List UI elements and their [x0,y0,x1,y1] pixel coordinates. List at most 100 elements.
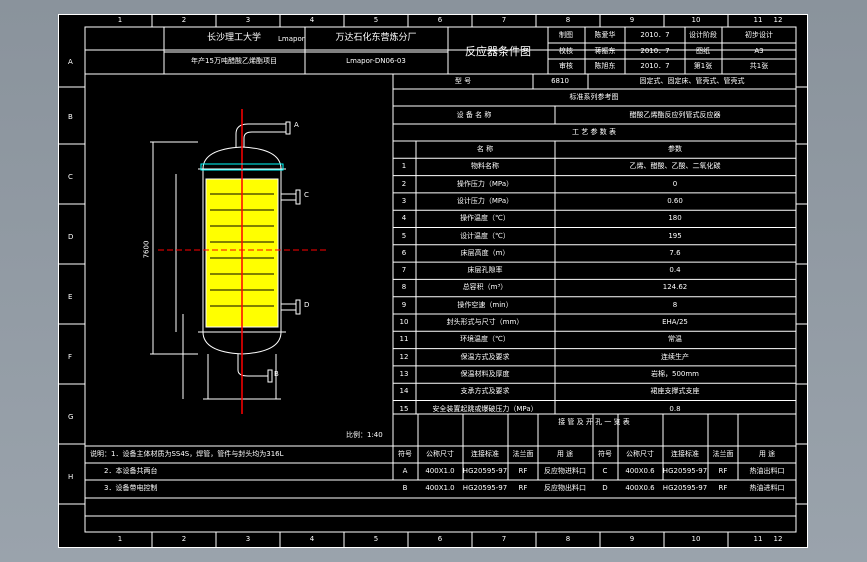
param-no: 13 [399,369,409,378]
param-no: 3 [401,196,407,205]
nozzle-col-header: 法兰面 [512,450,534,458]
nozzle-c [281,193,296,201]
nozzle-col-header: 连接标准 [471,450,499,458]
border-row-left: B [68,113,73,121]
param-no: 8 [401,283,407,292]
param-row-lines [393,157,796,401]
param-no: 12 [399,352,409,361]
border-col-top: 11 [753,16,763,24]
param-name: 保温方式及要求 [460,352,510,361]
param-value: 124.62 [662,283,688,292]
nozzle-label-c: C [304,191,309,199]
param-value: 0.60 [667,196,683,205]
equip-value: 醋酸乙烯酯反应列管式反应器 [629,111,721,119]
border-col-top: 1 [117,16,123,24]
nozzle-label-a: A [294,121,299,129]
nozzle-cell: HG20595-97 [462,467,508,475]
scale-label: 比例：1:40 [346,431,383,439]
param-no: 14 [399,387,409,396]
nozzle-cell: RF [518,484,528,492]
param-name: 设计温度（℃） [460,231,510,240]
border-col-top: 8 [565,16,571,24]
role-0: 制图 [559,31,573,39]
spec-table-lines [392,74,796,414]
nozzle-col-header: 法兰面 [712,450,734,458]
name-0: 陈爱华 [594,31,616,39]
param-no: 5 [401,231,407,240]
drawing-number: Lmapor-DN06-03 [346,57,406,65]
border-col-top: 12 [773,16,783,24]
border-row-left: G [68,413,74,421]
nozzle-label-b: B [274,370,279,378]
param-name: 操作空速（min） [457,300,513,309]
nozzle-cell: RF [518,467,528,475]
border-col-top: 5 [373,16,379,24]
param-name: 封头形式与尺寸（mm） [446,318,524,326]
param-name: 设计压力（MPa） [456,196,514,205]
border-col-top: 10 [691,16,701,24]
nozzle-cell: 热油进料口 [749,484,785,492]
border-col-bottom: 6 [437,535,443,543]
drawing-title: 反应器条件图 [465,45,531,58]
param-name: 环境温度（℃） [460,335,510,344]
param-name: 支承方式及要求 [460,387,510,396]
std-header: 标准系列参考图 [569,93,619,101]
border-row-left: E [68,293,73,301]
label-2: 第1张 [693,62,713,70]
nozzle-d [281,303,296,311]
param-no: 11 [399,335,409,344]
nozzle-col-header: 公称尺寸 [426,450,454,458]
param-value: 常温 [668,335,682,344]
nozzle-cell: C [602,467,608,475]
border-row-left: H [68,473,74,481]
border-col-bottom: 9 [629,535,635,543]
nozzle-col-header: 用 途 [556,450,574,458]
label-0: 设计阶段 [689,31,717,39]
reactor-vessel [150,109,328,414]
factory-name: 万达石化东营炼分厂 [335,33,417,43]
border-row-left: C [68,173,73,181]
border-col-bottom: 8 [565,535,571,543]
param-name: 保温材料及厚度 [460,369,510,378]
nozzle-col-header: 符号 [598,450,612,458]
nozzle-col-header: 用 途 [758,450,776,458]
border-col-top: 4 [309,16,315,24]
nozzle-cell: HG20595-97 [662,484,708,492]
border-col-bottom: 1 [117,535,123,543]
border-row-left: D [68,233,74,241]
model-value: 6810 [551,77,569,85]
border-col-top: 9 [629,16,635,24]
param-no: 4 [401,214,407,223]
nozzle-cell: 反应物进料口 [544,467,586,475]
param-name: 操作温度（℃） [460,214,510,223]
param-no: 6 [401,248,407,257]
param-value: 乙烯、醋酸、乙酸、二氧化碳 [629,162,721,171]
height-dimension: 7600 [142,240,151,259]
nozzle-col-header: 连接标准 [671,450,699,458]
border-col-top: 6 [437,16,443,24]
border-col-top: 2 [181,16,187,24]
model-label: 型 号 [454,77,472,85]
param-no: 2 [401,179,407,188]
param-value: 岩棉，500mm [651,369,699,378]
date-1: 2010．7 [640,47,670,55]
param-no: 9 [401,300,407,309]
param-no: 10 [399,318,409,326]
param-name: 物料名称 [471,162,499,171]
param-no: 1 [401,162,407,171]
nozzle-cell: 400Х0.6 [625,467,655,475]
name-2: 陈旭东 [594,62,616,70]
project-name: 年产15万吨醋酸乙烯酯项目 [191,57,277,65]
param-value: EHA/25 [662,318,688,326]
nozzle-cell: RF [718,484,728,492]
nozzle-cell: D [602,484,608,492]
param-col-value: 参数 [668,145,682,153]
date-2: 2010．7 [640,62,670,70]
param-value: 195 [668,231,682,240]
nozzle-cell: RF [718,467,728,475]
border-col-bottom: 12 [773,535,783,543]
border-col-bottom: 10 [691,535,701,543]
param-name: 床层高度（m） [460,248,510,257]
nozzle-cell: 400Х0.6 [625,484,655,492]
nozzle-header: 接 管 及 开 孔 一 览 表 [558,418,630,426]
